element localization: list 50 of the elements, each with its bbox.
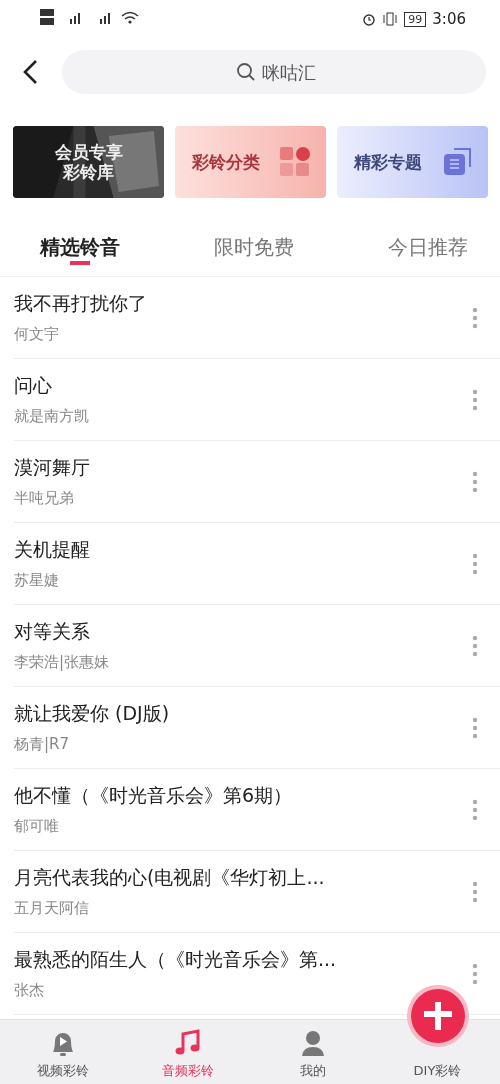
- song-title[interactable]: 我不再打扰你了: [14, 291, 147, 317]
- nav-tab[interactable]: 音频彩铃: [125, 1020, 250, 1084]
- song-title[interactable]: 问心: [14, 373, 89, 399]
- song-title[interactable]: 对等关系: [14, 619, 110, 645]
- tab[interactable]: 限时免费: [212, 230, 296, 270]
- artist-name: 何文宇: [14, 325, 60, 344]
- more-icon[interactable]: [472, 306, 478, 329]
- song-title[interactable]: 月亮代表我的心(电视剧《华灯初上...: [14, 865, 325, 891]
- song-title[interactable]: 他不懂（《时光音乐会》第6期）: [14, 783, 293, 809]
- more-icon[interactable]: [472, 962, 478, 985]
- more-icon[interactable]: [472, 716, 478, 739]
- alarm-icon: [362, 12, 377, 26]
- artist-name: 李荣浩|张惠妹: [14, 653, 110, 672]
- banner-title: 彩铃分类: [191, 150, 260, 174]
- artist-name: 苏星婕: [14, 571, 60, 590]
- signal-icon: [40, 7, 140, 27]
- artist-name: 郁可唯: [14, 817, 60, 836]
- artist-name: 五月天阿信: [14, 899, 90, 918]
- back-icon[interactable]: [22, 59, 38, 85]
- more-icon[interactable]: [472, 552, 478, 575]
- more-icon[interactable]: [472, 634, 478, 657]
- add-icon: [405, 984, 470, 1048]
- artist-name: 就是南方凯: [14, 407, 89, 426]
- song-title[interactable]: 就让我爱你 (DJ版): [14, 701, 170, 727]
- banner-title: 会员专享 彩铃库: [54, 141, 123, 183]
- artist-name: 半吨兄弟: [14, 489, 75, 508]
- search-field[interactable]: 咪咕汇: [62, 50, 486, 94]
- artist-name: 张杰: [14, 981, 45, 1000]
- song-title[interactable]: 漠河舞厅: [14, 455, 90, 481]
- tab[interactable]: 今日推荐: [386, 230, 470, 270]
- nav-tab[interactable]: DIY彩铃: [375, 982, 500, 1084]
- more-icon[interactable]: [472, 798, 478, 821]
- song-title[interactable]: 最熟悉的陌生人（《时光音乐会》第...: [14, 947, 337, 973]
- banner-card[interactable]: 会员专享 彩铃库: [13, 126, 164, 198]
- more-icon[interactable]: [472, 880, 478, 903]
- nav-tab[interactable]: 我的: [250, 1020, 375, 1084]
- vibrate-icon: [382, 12, 399, 26]
- battery-level: 99: [404, 11, 427, 27]
- clock-time: 3:06: [432, 10, 466, 28]
- banner-card[interactable]: 彩铃分类: [175, 126, 326, 198]
- document-icon: [441, 147, 472, 177]
- search-icon: [236, 62, 256, 82]
- artist-name: 杨青|R7: [14, 735, 71, 754]
- more-icon[interactable]: [472, 470, 478, 493]
- nav-tab[interactable]: 视频彩铃: [0, 1020, 125, 1084]
- song-title[interactable]: 关机提醒: [14, 537, 90, 563]
- grid-icon: [279, 147, 310, 177]
- banner-title: 精彩专题: [353, 150, 422, 174]
- banner-card[interactable]: 精彩专题: [337, 126, 488, 198]
- more-icon[interactable]: [472, 388, 478, 411]
